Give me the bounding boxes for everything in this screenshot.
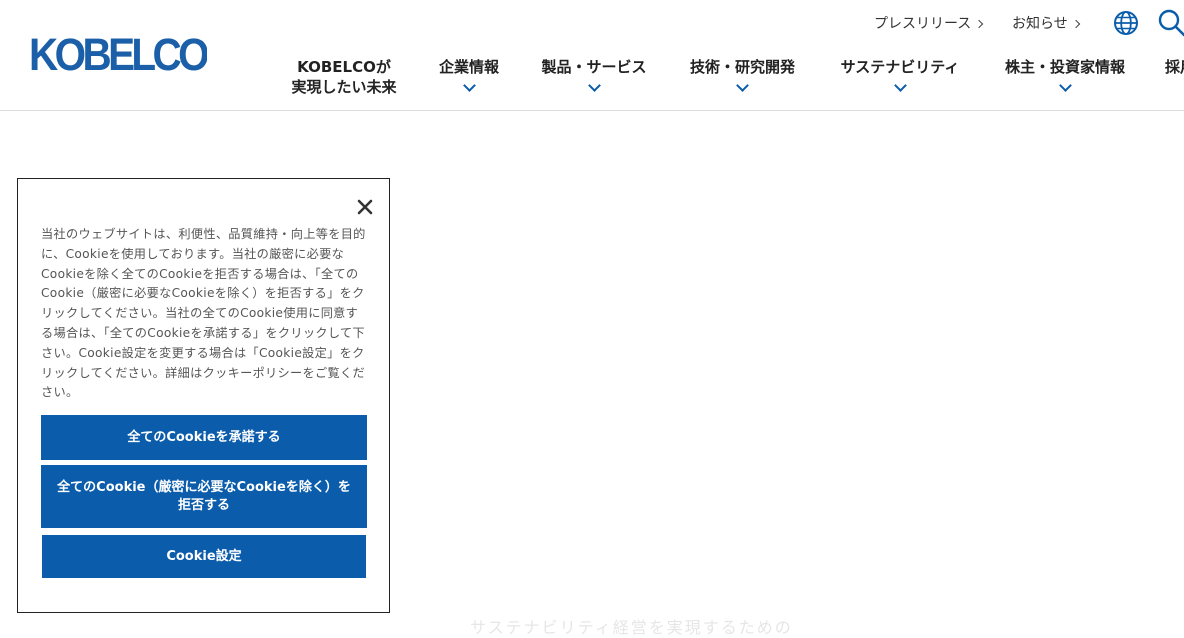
- chevron-right-icon: [1071, 19, 1079, 27]
- nav-item-label: 採用: [1165, 57, 1184, 77]
- site-header: KOBELCO プレスリリース お知らせ: [0, 0, 1184, 111]
- chevron-down-icon: [1059, 79, 1072, 92]
- nav-item-label: サステナビリティ: [832, 57, 968, 77]
- main-nav: KOBELCOが 実現したい未来 企業情報 製品・サービス 技術・研究開発 サス…: [0, 57, 1184, 107]
- search-icon[interactable]: [1158, 9, 1184, 37]
- nav-item-label: 企業情報: [432, 57, 506, 77]
- accept-all-cookies-button[interactable]: 全てのCookieを承諾する: [41, 415, 367, 460]
- cookie-policy-text: 当社のウェブサイトは、利便性、品質維持・向上等を目的に、Cookieを使用してお…: [41, 225, 367, 403]
- news-link[interactable]: お知らせ: [1012, 13, 1079, 33]
- cookie-consent-dialog: 当社のウェブサイトは、利便性、品質維持・向上等を目的に、Cookieを使用してお…: [17, 178, 390, 613]
- nav-item-label: 株主・投資家情報: [997, 57, 1133, 77]
- background-heading: サステナビリティ経営を実現するための: [470, 614, 793, 638]
- chevron-down-icon: [588, 79, 601, 92]
- close-icon[interactable]: [355, 197, 375, 217]
- globe-icon[interactable]: [1113, 10, 1139, 36]
- press-release-label: プレスリリース: [874, 13, 971, 33]
- nav-item-label: KOBELCOが: [285, 57, 403, 77]
- chevron-down-icon: [463, 79, 476, 92]
- nav-item-recruit[interactable]: 採用: [1165, 57, 1184, 77]
- nav-item-label: 技術・研究開発: [683, 57, 802, 77]
- nav-item-company[interactable]: 企業情報: [432, 57, 506, 90]
- press-release-link[interactable]: プレスリリース: [874, 13, 982, 33]
- cookie-settings-button[interactable]: Cookie設定: [42, 535, 366, 578]
- chevron-right-icon: [975, 19, 983, 27]
- nav-item-products[interactable]: 製品・サービス: [535, 57, 653, 90]
- nav-item-sustainability[interactable]: サステナビリティ: [832, 57, 968, 90]
- nav-item-label: 製品・サービス: [535, 57, 653, 77]
- nav-item-investors[interactable]: 株主・投資家情報: [997, 57, 1133, 90]
- reject-all-cookies-button[interactable]: 全てのCookie（厳密に必要なCookieを除く）を拒否する: [41, 465, 367, 528]
- nav-item-label: 実現したい未来: [285, 77, 403, 97]
- chevron-down-icon: [736, 79, 749, 92]
- chevron-down-icon: [894, 79, 907, 92]
- news-label: お知らせ: [1012, 13, 1068, 33]
- nav-item-technology[interactable]: 技術・研究開発: [683, 57, 802, 90]
- nav-item-future[interactable]: KOBELCOが 実現したい未来: [285, 57, 403, 97]
